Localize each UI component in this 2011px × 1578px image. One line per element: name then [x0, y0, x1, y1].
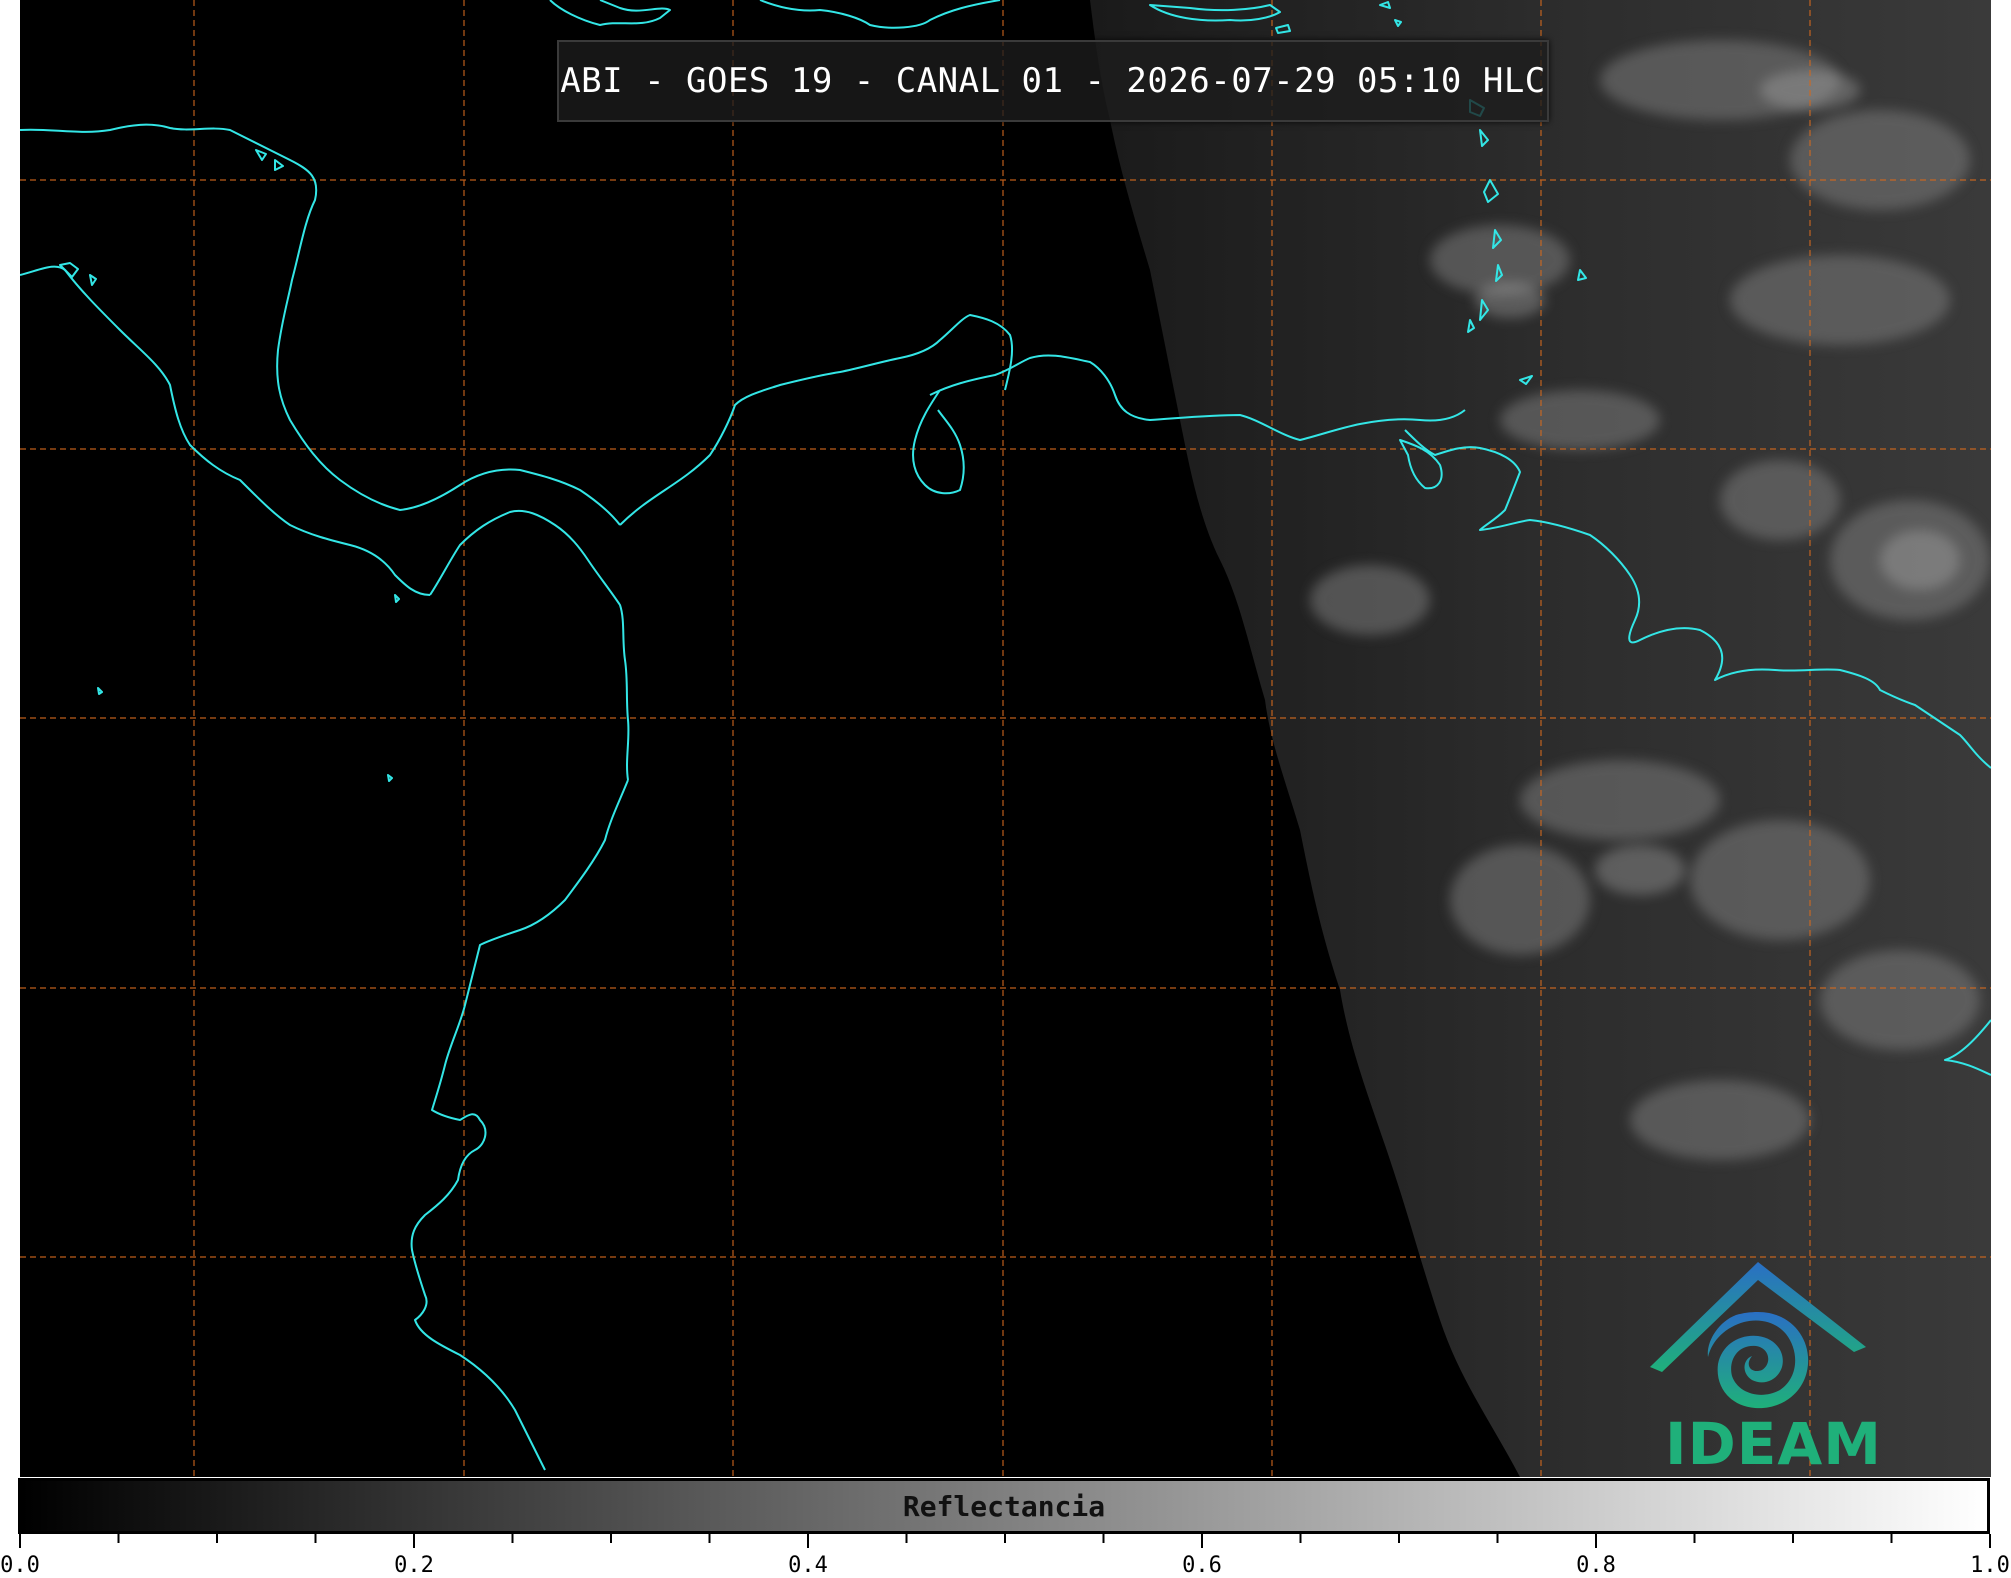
coastline-mexico-yucatan [20, 123, 621, 526]
logo-text: IDEAM [1665, 1410, 1882, 1478]
colorbar-tick-label: 0.2 [394, 1553, 434, 1578]
colorbar-tick-label: 0.0 [0, 1553, 40, 1578]
coastline-colombia-pacific [410, 779, 629, 1471]
coastline-san-andres [97, 594, 400, 782]
colorbar-tick-label: 0.4 [788, 1553, 828, 1578]
coastline-cuba [549, 0, 671, 26]
colorbar-tick-label: 0.6 [1182, 1553, 1222, 1578]
map-title: ABI - GOES 19 - CANAL 01 - 2026-07-29 05… [557, 40, 1549, 122]
colorbar-tick-label: 1.0 [1970, 1553, 2010, 1578]
coastline-central-america-pacific [429, 509, 630, 781]
colorbar-ticks [19, 1534, 1991, 1548]
coastline-gulf-islands [59, 149, 284, 286]
coastline-panama-caribbean [619, 314, 1014, 526]
coastline-hispaniola [759, 0, 1001, 29]
coastline-mexico-pacific [20, 265, 431, 596]
colorbar: Reflectancia [18, 1478, 1990, 1534]
colorbar-tick-label: 0.8 [1576, 1553, 1616, 1578]
colorbar-label: Reflectancia [902, 1489, 1106, 1523]
